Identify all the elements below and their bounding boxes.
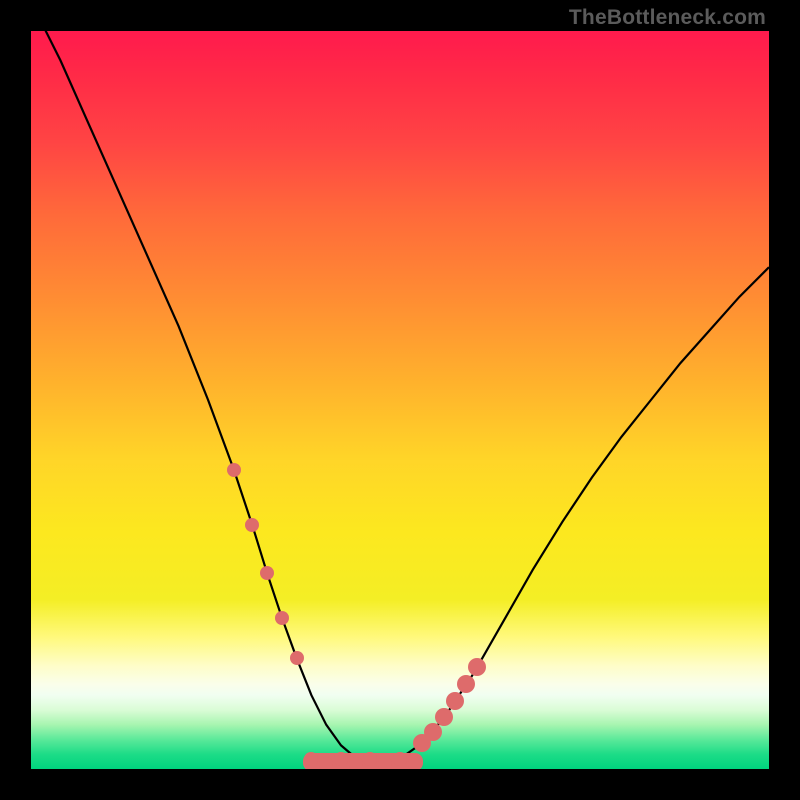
- outer-frame: TheBottleneck.com: [0, 0, 800, 800]
- data-point-marker: [378, 757, 392, 769]
- data-point-marker: [408, 757, 422, 769]
- plot-area: [31, 31, 769, 769]
- data-point-marker: [319, 757, 333, 769]
- data-point-marker: [393, 752, 407, 766]
- data-point-marker: [290, 651, 304, 665]
- bottleneck-curve: [31, 31, 769, 769]
- data-point-marker: [334, 752, 348, 766]
- data-point-marker: [275, 611, 289, 625]
- data-point-marker: [349, 757, 363, 769]
- data-point-marker: [227, 463, 241, 477]
- watermark-text: TheBottleneck.com: [569, 6, 766, 30]
